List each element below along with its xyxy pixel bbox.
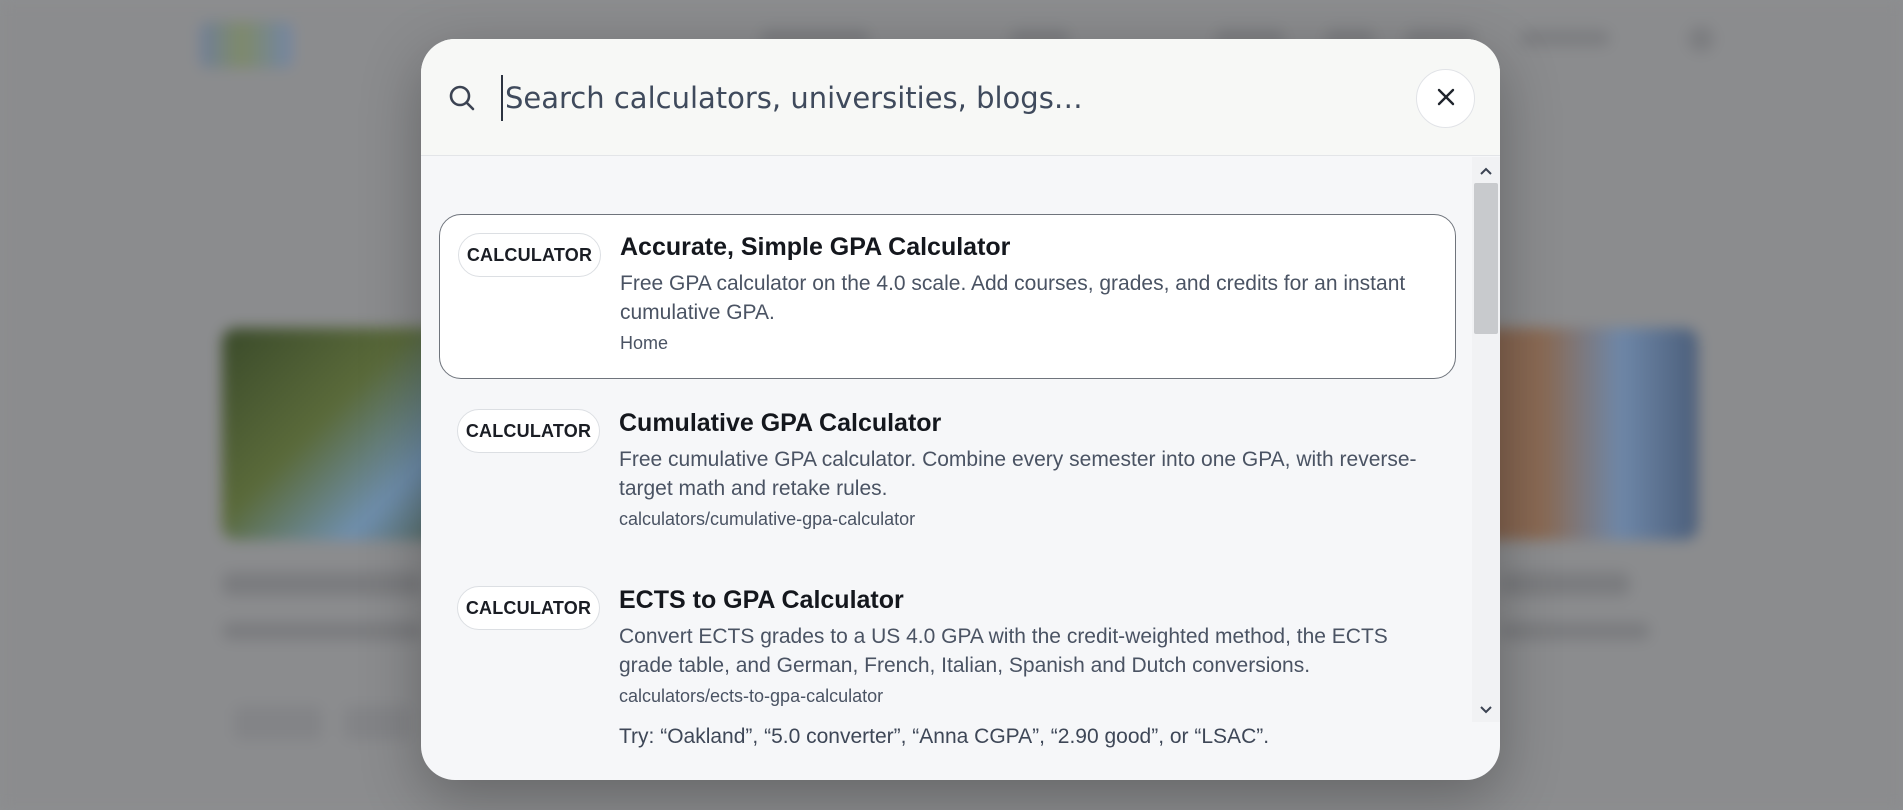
background-chip [342, 704, 412, 742]
result-description: Free cumulative GPA calculator. Combine … [619, 448, 1417, 500]
search-result-item[interactable]: CALCULATOR Cumulative GPA Calculator Fre… [439, 391, 1456, 556]
result-title: ECTS to GPA Calculator [619, 586, 904, 614]
result-title: Cumulative GPA Calculator [619, 409, 942, 437]
nav-link [1520, 30, 1610, 46]
background-card-text [222, 622, 422, 640]
search-result-item[interactable]: CALCULATOR Accurate, Simple GPA Calculat… [439, 214, 1456, 379]
background-card-title [1500, 572, 1630, 596]
results-list: CALCULATOR Accurate, Simple GPA Calculat… [421, 157, 1472, 722]
chevron-down-icon [1479, 700, 1493, 719]
search-result-item[interactable]: CALCULATOR ECTS to GPA Calculator Conver… [439, 568, 1456, 733]
search-bar [421, 39, 1500, 156]
category-badge: CALCULATOR [457, 409, 600, 453]
category-badge: CALCULATOR [458, 233, 601, 277]
result-title: Accurate, Simple GPA Calculator [620, 233, 1011, 261]
result-path: Home [620, 333, 669, 353]
close-button[interactable] [1416, 69, 1475, 128]
result-path: calculators/ects-to-gpa-calculator [619, 686, 884, 706]
search-input[interactable] [501, 75, 1321, 121]
category-badge: CALCULATOR [457, 586, 600, 630]
user-icon [1688, 26, 1714, 52]
background-card-text [1500, 622, 1650, 640]
close-icon [1436, 87, 1456, 111]
background-chip [232, 704, 324, 742]
scroll-up-button[interactable] [1472, 159, 1500, 181]
result-path: calculators/cumulative-gpa-calculator [619, 509, 916, 529]
site-logo [200, 22, 292, 68]
search-icon [447, 83, 477, 113]
results-scrollbar[interactable] [1472, 157, 1500, 722]
result-description: Free GPA calculator on the 4.0 scale. Ad… [620, 272, 1406, 324]
result-description: Convert ECTS grades to a US 4.0 GPA with… [619, 625, 1388, 677]
scroll-down-button[interactable] [1472, 698, 1500, 720]
search-modal: CALCULATOR Accurate, Simple GPA Calculat… [421, 39, 1500, 780]
background-card-title [222, 572, 422, 596]
search-hint: Try: “Oakland”, “5.0 converter”, “Anna C… [619, 725, 1270, 748]
chevron-up-icon [1479, 161, 1493, 180]
scrollbar-thumb[interactable] [1474, 183, 1498, 334]
